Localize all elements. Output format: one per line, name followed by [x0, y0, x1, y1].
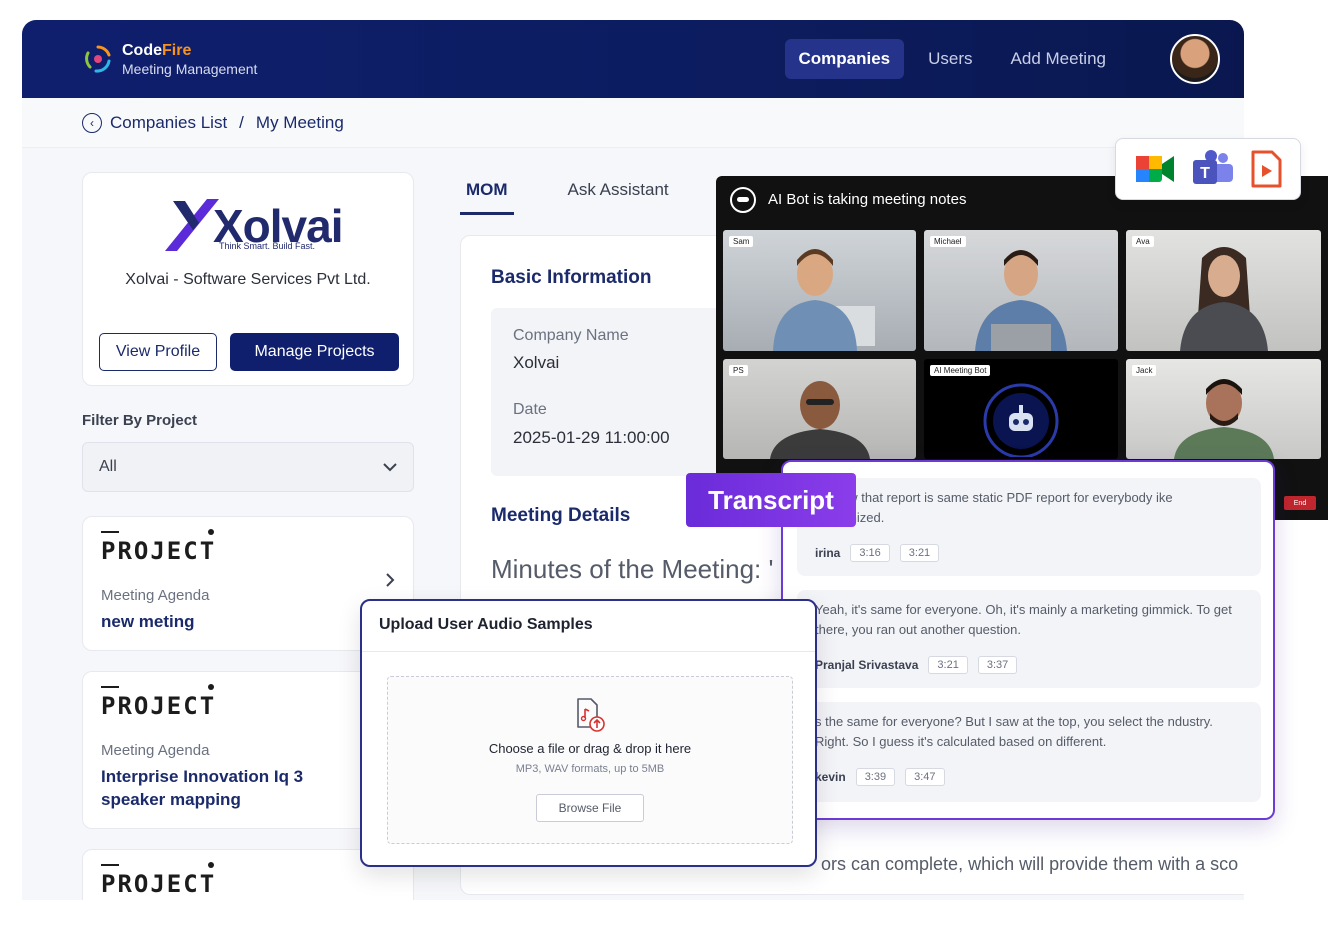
nav-users[interactable]: Users — [914, 39, 986, 79]
transcript-meta: kevin 3:39 3:47 — [815, 768, 945, 786]
meeting-header-text: AI Bot is taking meeting notes — [768, 191, 967, 208]
speaker-name: kevin — [815, 770, 846, 784]
svg-text:T: T — [1200, 165, 1210, 182]
transcript-meta: Pranjal Srivastava 3:21 3:37 — [815, 656, 1018, 674]
transcript-entry: Yeah, it's same for everyone. Oh, it's m… — [797, 590, 1261, 688]
meeting-agenda-label: Meeting Agenda — [101, 742, 210, 759]
xolvai-x-mark-icon — [165, 199, 219, 251]
brand[interactable]: CodeFire Meeting Management — [82, 42, 257, 77]
upload-audio-modal: Upload User Audio Samples Choose a file … — [360, 599, 817, 867]
google-meet-icon[interactable] — [1134, 152, 1176, 186]
screenshot-stage: CodeFire Meeting Management Companies Us… — [0, 0, 1340, 942]
chevron-down-icon — [383, 459, 397, 475]
browse-file-button[interactable]: Browse File — [536, 794, 644, 822]
transcript-tag: Transcript — [686, 473, 856, 527]
participant-tile[interactable]: Ava — [1126, 230, 1321, 351]
company-name-label: Company Name — [513, 327, 629, 344]
end-time[interactable]: 3:37 — [977, 656, 1018, 674]
participant-name: Michael — [930, 236, 966, 247]
breadcrumb-current: My Meeting — [255, 112, 344, 132]
transcript-text: s the same for everyone? But I saw at th… — [815, 714, 1213, 749]
back-arrow-icon[interactable]: ‹ — [82, 112, 102, 133]
transcript-entry: for now that report is same static PDF r… — [797, 478, 1261, 576]
company-name: Xolvai - Software Services Pvt Ltd. — [125, 271, 371, 288]
end-time[interactable]: 3:47 — [905, 768, 945, 786]
filter-selected-value: All — [99, 458, 117, 475]
dropzone-formats: MP3, WAV formats, up to 5MB — [515, 763, 665, 775]
upload-modal-title: Upload User Audio Samples — [379, 616, 593, 633]
project-logo: PROJECT — [101, 529, 217, 565]
dropzone-instruction: Choose a file or drag & drop it here — [488, 741, 692, 756]
participant-name: Ava — [1132, 236, 1154, 247]
participant-tile[interactable]: AI Meeting Bot — [924, 359, 1118, 459]
participant-video-image — [769, 381, 870, 459]
start-time[interactable]: 3:16 — [850, 544, 890, 562]
end-call-button[interactable]: End — [1284, 496, 1316, 510]
main-nav: Companies Users Add Meeting — [784, 39, 1121, 79]
basic-info-box: Company Name Xolvai Date 2025-01-29 11:0… — [491, 308, 731, 476]
brand-name: CodeFire — [122, 41, 192, 59]
audio-file-upload-icon — [577, 698, 605, 732]
project-logo: PROJECT — [101, 862, 217, 898]
filter-label: Filter By Project — [82, 412, 198, 429]
participant-video-image — [975, 250, 1067, 351]
participant-tile[interactable]: Jack — [1126, 359, 1321, 459]
modal-divider — [362, 651, 815, 652]
participant-name: Sam — [729, 236, 754, 247]
participant-tile[interactable]: PS — [723, 359, 916, 459]
start-time[interactable]: 3:39 — [855, 768, 896, 786]
view-profile-button[interactable]: View Profile — [99, 333, 217, 371]
speaker-name: irina — [815, 546, 841, 560]
company-name-value: Xolvai — [513, 353, 560, 372]
file-dropzone[interactable]: Choose a file or drag & drop it here MP3… — [387, 676, 793, 844]
manage-projects-button[interactable]: Manage Projects — [230, 333, 399, 371]
mom-tabs: MOM Ask Assistant — [460, 170, 723, 215]
chevron-right-icon[interactable] — [385, 571, 395, 592]
company-card: Xolvai Think Smart. Build Fast. Xolvai -… — [82, 172, 414, 386]
breadcrumb: ‹ Companies List / My Meeting — [22, 98, 1244, 148]
participant-tile[interactable]: Sam — [723, 230, 916, 351]
speaker-name: Pranjal Srivastava — [815, 658, 919, 672]
ai-bot-avatar-icon — [983, 383, 1059, 457]
nav-add-meeting[interactable]: Add Meeting — [997, 39, 1120, 79]
xolvai-logo: Xolvai Think Smart. Build Fast. — [165, 193, 344, 255]
minutes-title: Minutes of the Meeting: ' — [491, 554, 774, 584]
top-navbar: CodeFire Meeting Management Companies Us… — [22, 20, 1244, 98]
basic-information-heading: Basic Information — [491, 267, 652, 288]
xolvai-tagline: Think Smart. Build Fast. — [219, 241, 316, 251]
date-value: 2025-01-29 11:00:00 — [513, 428, 670, 447]
meeting-agenda-label: Meeting Agenda — [101, 587, 210, 604]
date-label: Date — [513, 401, 547, 418]
meeting-details-heading: Meeting Details — [491, 505, 631, 526]
brand-subtitle: Meeting Management — [122, 60, 258, 77]
project-logo: PROJECT — [101, 684, 217, 720]
transcript-text: Yeah, it's same for everyone. Oh, it's m… — [815, 602, 1232, 637]
project-filter-select[interactable]: All — [82, 442, 414, 492]
participant-video-image — [1173, 379, 1274, 459]
project-title: Interprise Innovation Iq 3 speaker mappi… — [101, 767, 304, 809]
user-avatar[interactable] — [1170, 34, 1220, 84]
participant-name: AI Meeting Bot — [930, 365, 991, 376]
breadcrumb-companies-list[interactable]: Companies List — [110, 113, 227, 133]
integration-icons: T — [1115, 138, 1301, 200]
microsoft-teams-icon[interactable]: T — [1191, 150, 1235, 188]
transcript-meta: irina 3:16 3:21 — [815, 544, 940, 562]
project-title: new meting — [101, 612, 195, 631]
recording-file-icon[interactable] — [1250, 150, 1282, 188]
participant-video-image — [1179, 247, 1268, 351]
tab-mom[interactable]: MOM — [460, 170, 514, 215]
end-time[interactable]: 3:21 — [899, 544, 940, 562]
transcript-text: for now that report is same static PDF r… — [815, 490, 1173, 525]
codefire-logo-icon — [82, 43, 114, 75]
participant-name: PS — [729, 365, 748, 376]
tab-ask-assistant[interactable]: Ask Assistant — [562, 170, 675, 215]
nav-companies[interactable]: Companies — [784, 39, 905, 79]
participant-video-image — [772, 249, 875, 351]
breadcrumb-separator: / — [239, 112, 244, 132]
start-time[interactable]: 3:21 — [928, 656, 968, 674]
robot-icon — [730, 186, 756, 213]
participant-tile[interactable]: Michael — [924, 230, 1118, 351]
transcript-entry: s the same for everyone? But I saw at th… — [797, 702, 1261, 802]
participant-name: Jack — [1132, 365, 1157, 376]
